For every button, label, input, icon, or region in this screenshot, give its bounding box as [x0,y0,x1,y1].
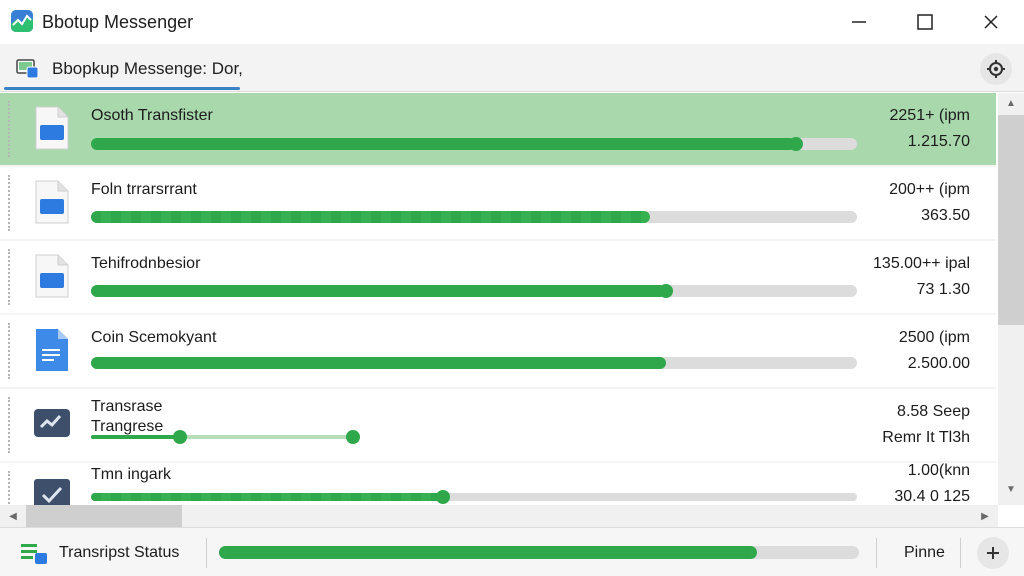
maximize-icon [917,14,933,30]
transfer-amount: 1.215.70 [907,133,970,150]
drag-handle[interactable] [8,471,10,505]
minimize-button[interactable] [826,0,892,44]
progress-knob[interactable] [658,284,673,298]
progress-fill [91,211,651,223]
file-image-icon [34,179,70,225]
range-end-knob[interactable] [346,430,360,444]
horizontal-scrollbar[interactable]: ◀ ▶ [0,505,998,527]
horizontal-scroll-thumb[interactable] [26,505,182,527]
drag-handle[interactable] [8,397,10,453]
transfer-row[interactable]: Coin Scemokyant 2500 (ipm 2.500.00 [0,315,996,387]
transfer-row[interactable]: Tmn ingark 1.00(knn 30.4 0 125 [0,462,996,505]
status-right-label: Pinne [904,544,945,561]
transfer-name: Foln trrarsrrant [91,181,197,198]
vertical-scroll-thumb[interactable] [998,115,1024,325]
scroll-right-icon[interactable]: ▶ [972,506,998,526]
transfer-row[interactable]: Transrase Trangrese 8.58 Seep Remr It Tl… [0,389,996,461]
transfer-row[interactable]: Foln trrarsrrant 200++ (ipm 363.50 [0,167,996,239]
monitor-tab-icon [16,58,40,80]
transfer-rate: 200++ (ipm [889,181,970,198]
transfer-row[interactable]: Tehifrodnbesior 135.00++ ipal 73 1.30 [0,241,996,313]
progress-fill [91,285,666,297]
drag-handle[interactable] [8,249,10,305]
toolbar: Bbopkup Messenge: Dor, [0,44,1024,92]
transfer-list: Osoth Transfister 2251+ (ipm 1.215.70 Fo… [0,93,996,505]
scroll-down-icon[interactable]: ▼ [998,479,1024,499]
file-doc-icon [34,327,70,373]
transfer-amount: 73 1.30 [916,281,970,298]
transfer-rate: 135.00++ ipal [873,255,970,272]
transfer-amount: 30.4 0 125 [894,488,970,505]
add-icon [987,547,999,559]
status-bar: Transripst Status Pinne [0,527,1024,576]
transfer-rate: 2251+ (ipm [889,107,971,124]
transfer-subname: Trangrese [91,418,164,435]
transfer-name: Tmn ingark [91,466,172,483]
file-image-icon [34,105,70,151]
trend-folder-icon [32,403,72,443]
settings-button[interactable] [980,53,1012,85]
drag-handle[interactable] [8,323,10,379]
tab-label: Bbopkup Messenge: Dor, [52,59,243,78]
transfer-amount: 2.500.00 [907,355,970,372]
transfer-progress [91,211,857,223]
transfer-progress [91,430,360,444]
transfer-amount: 363.50 [921,207,970,224]
close-button[interactable] [958,0,1024,44]
tab-active-indicator [4,87,240,90]
transfer-rate: 2500 (ipm [898,329,970,346]
transfer-name: Coin Scemokyant [91,329,217,346]
transfer-rate: 8.58 Seep [897,403,970,420]
progress-knob[interactable] [436,490,451,504]
transfer-progress [91,284,857,298]
file-image-icon [34,253,70,299]
overall-progress-fill [219,546,757,559]
progress-fill [91,357,666,369]
transfer-rate: 1.00(knn [907,462,970,479]
transfer-amount: Remr It Tl3h [882,429,970,446]
transfer-name: Tehifrodnbesior [91,255,201,272]
status-label: Transripst Status [59,544,180,561]
overall-progress [219,546,859,559]
transfer-progress [91,490,857,504]
scroll-left-icon[interactable]: ◀ [0,506,26,526]
add-button[interactable] [977,537,1009,569]
scroll-up-icon[interactable]: ▲ [998,93,1024,113]
progress-fill [91,138,796,150]
status-divider [206,538,207,568]
progress-fill [91,493,444,501]
transfer-name: Osoth Transfister [91,107,213,124]
transfer-row[interactable]: Osoth Transfister 2251+ (ipm 1.215.70 [0,93,996,165]
tab-messenger[interactable]: Bbopkup Messenge: Dor, [4,44,243,92]
settings-icon [987,60,1005,78]
transfer-progress [91,137,857,151]
transfer-progress [91,357,857,369]
window-title: Bbotup Messenger [42,12,194,32]
status-divider [876,538,877,568]
drag-handle[interactable] [8,175,10,231]
transfer-status-icon [20,542,50,566]
progress-knob[interactable] [173,430,188,444]
maximize-button[interactable] [892,0,958,44]
minimize-icon [852,21,866,23]
progress-knob[interactable] [788,137,803,151]
status-divider [960,538,961,568]
messenger-chart-icon [11,10,33,32]
title-bar: Bbotup Messenger [0,0,1024,44]
vertical-scrollbar[interactable]: ▲ ▼ [998,93,1024,505]
transfer-name: Transrase [91,398,163,415]
drag-handle[interactable] [8,101,10,157]
check-folder-icon [32,475,72,505]
close-icon [984,15,998,29]
progress-fill [91,435,181,439]
